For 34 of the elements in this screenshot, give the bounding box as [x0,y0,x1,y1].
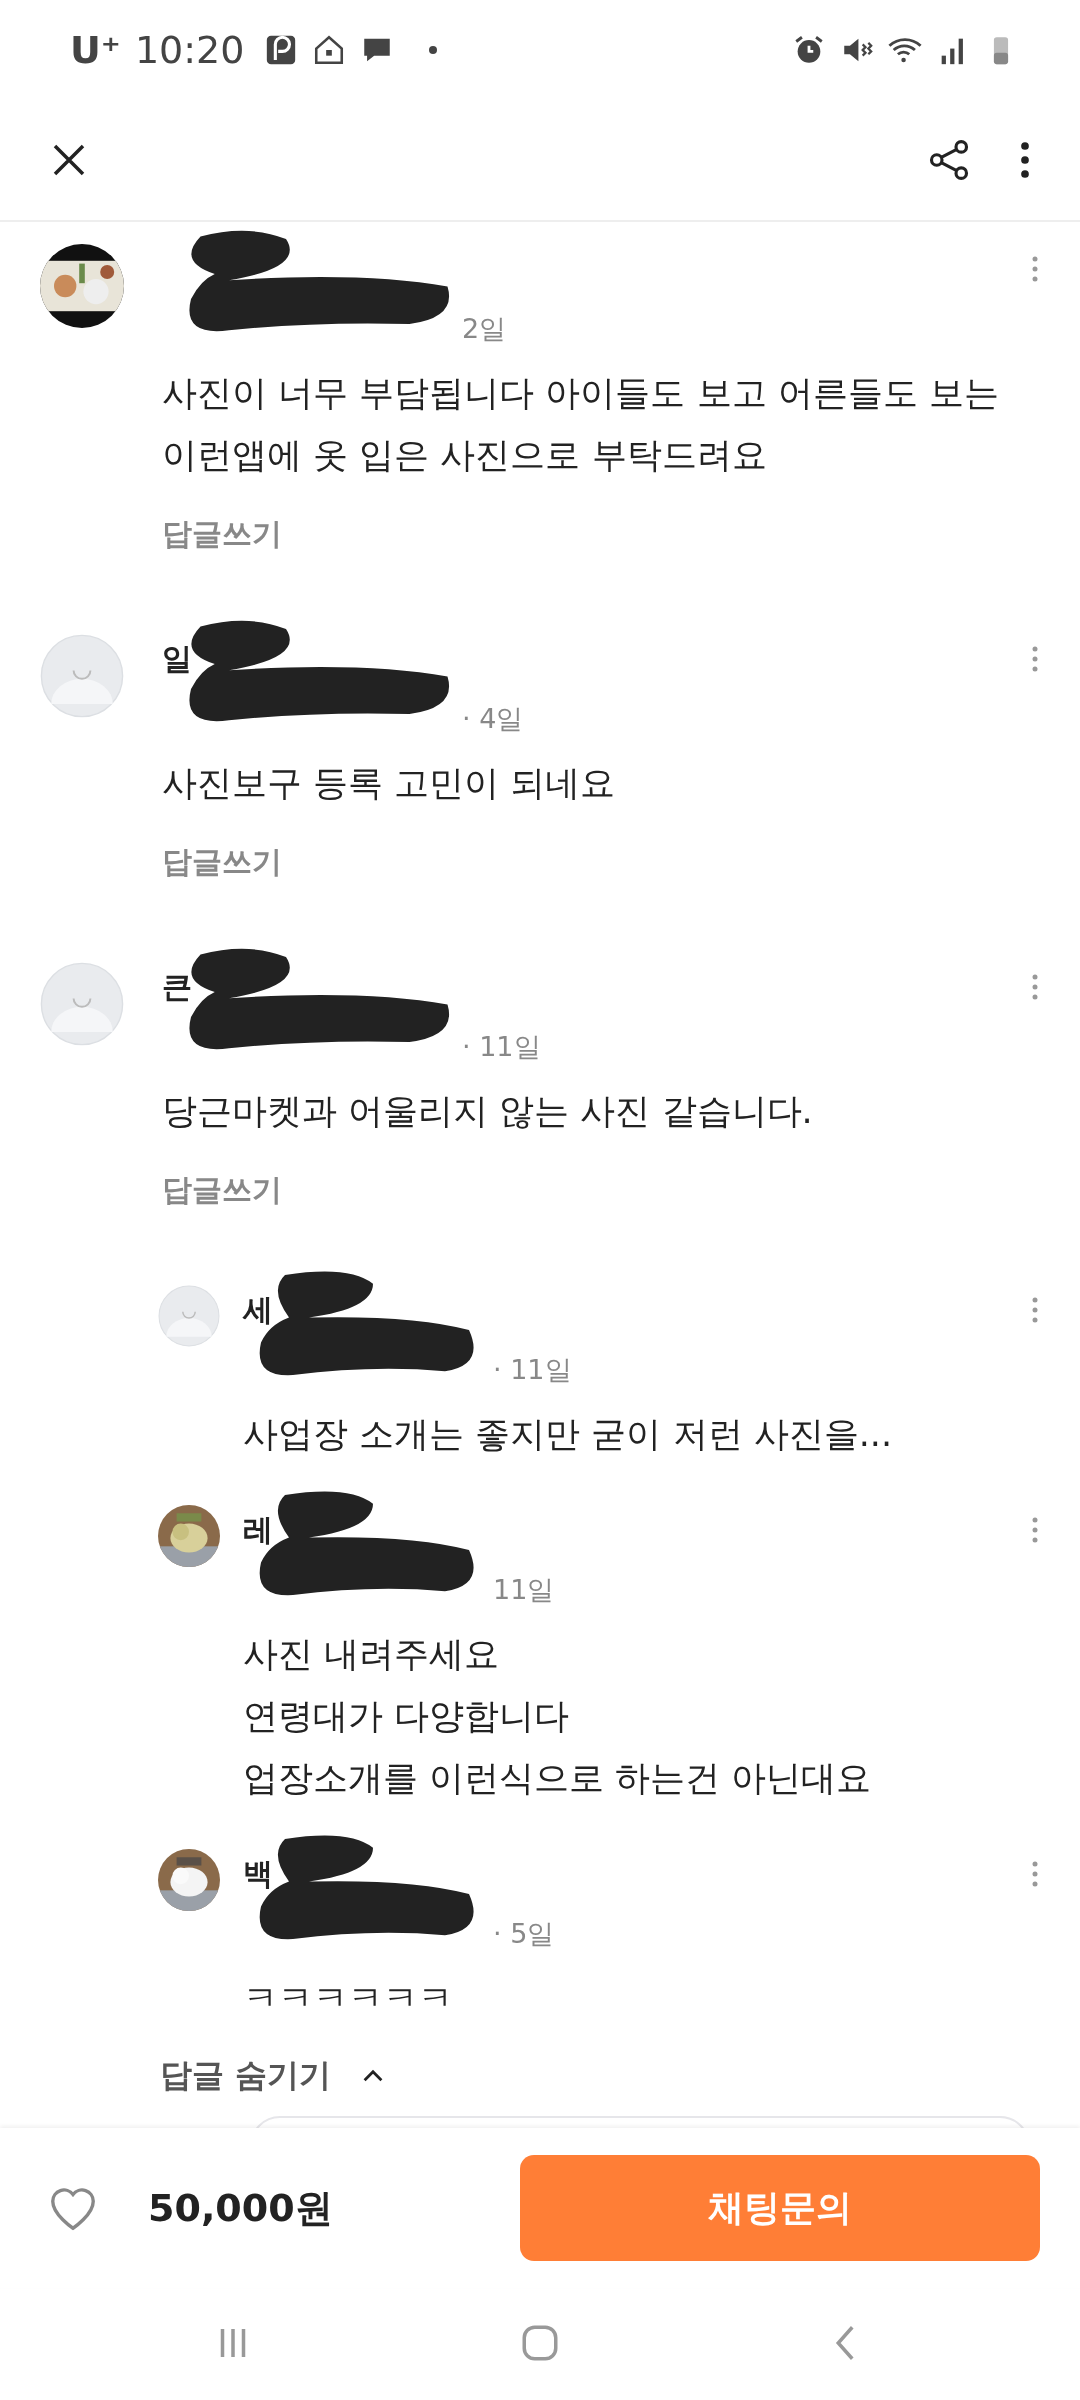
comment-meta: · 11일 [462,1031,541,1062]
more-icon[interactable] [1018,139,1032,181]
reply-link[interactable]: 답글쓰기 [162,509,282,559]
default-avatar-icon [40,634,124,718]
comment-text: 당근마켓과 어울리지 않는 사진 같습니다. [162,1090,814,1133]
user-name: 세 [243,1290,274,1329]
price: 50,000원 [148,2184,334,2232]
chat-button[interactable]: 채팅문의 [520,2155,1040,2261]
comment-text: 사진 내려주세요 [243,1633,501,1676]
comment-meta: · 5일 [493,1918,555,1949]
default-avatar-icon [158,1285,220,1347]
share-icon[interactable] [928,139,970,181]
comment-text: 업장소개를 이런식으로 하는건 아닌대요 [243,1757,873,1800]
user-name: 레 [243,1510,274,1549]
comment-meta: 11일 [493,1574,555,1605]
comment-meta: 2일 [462,313,507,344]
comment-text: 사진보구 등록 고민이 되네요 [162,762,617,805]
carrier-label: U⁺ [70,28,121,72]
comment-text: 연령대가 다양합니다 [243,1695,571,1738]
hide-replies-button[interactable]: 답글 숨기기 [160,2051,386,2101]
comment-text: ㅋㅋㅋㅋㅋㅋ [243,1977,454,2020]
reply-link[interactable]: 답글쓰기 [162,837,282,887]
clock: 10:20 [134,28,245,72]
comment-meta: · 11일 [493,1354,572,1385]
comment-text: 이런앱에 옷 입은 사진으로 부탁드려요 [162,434,768,477]
comment-text: 사업장 소개는 좋지만 굳이 저런 사진을... [243,1413,893,1456]
user-name: 백 [243,1854,274,1893]
user-name: 일 [162,639,193,678]
notification-dot-icon [428,45,439,55]
default-avatar-icon [40,962,124,1046]
user-name: 큰 [162,967,193,1006]
comment-text: 사진이 너무 부담됩니다 아이들도 보고 어른들도 보는 [162,372,1000,415]
reply-link[interactable]: 답글쓰기 [162,1165,282,1215]
comment-meta: · 4일 [462,703,524,734]
